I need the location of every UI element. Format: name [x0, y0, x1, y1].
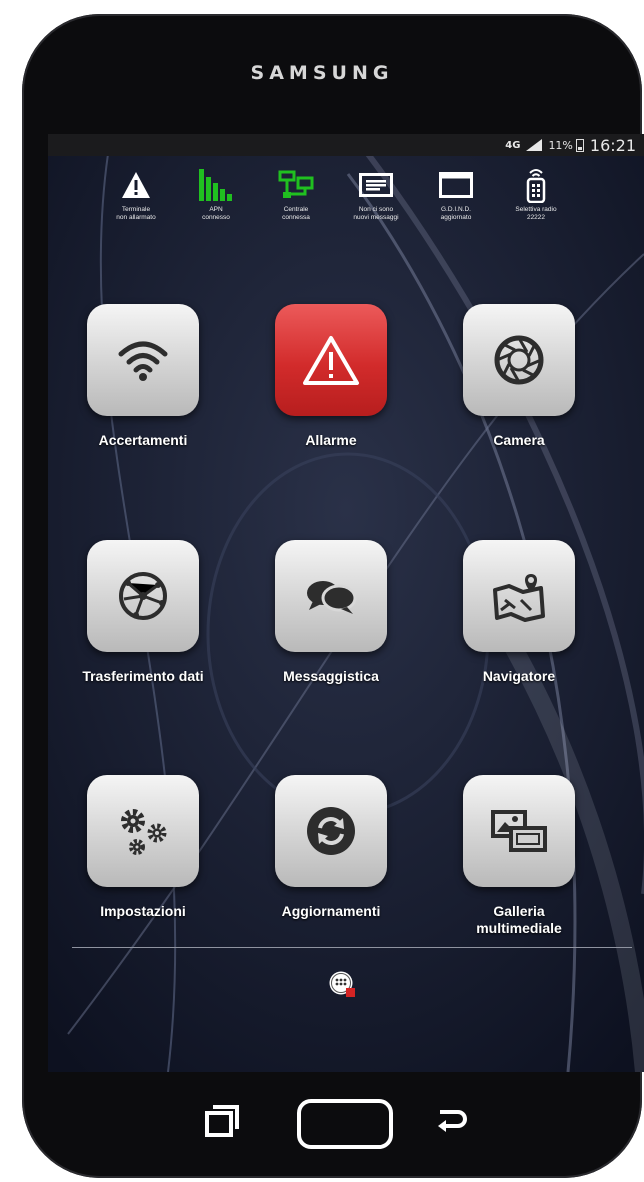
globe-network-icon: [119, 572, 167, 620]
app-navigatore[interactable]: Navigatore: [434, 540, 604, 685]
battery-icon: [575, 138, 584, 152]
gears-icon: [121, 809, 167, 855]
status-apn[interactable]: APN connesso: [176, 164, 256, 222]
message-icon: [359, 173, 393, 197]
status-radio[interactable]: Selettiva radio 22222: [496, 164, 576, 222]
app-camera[interactable]: Camera: [434, 304, 604, 449]
alert-triangle-icon: [303, 336, 359, 385]
battery-percent: 11%: [548, 138, 573, 152]
window-icon: [439, 172, 473, 198]
status-centrale[interactable]: Centrale connessa: [256, 164, 336, 222]
signal-bars-icon: [199, 169, 232, 201]
network-hub-icon: [278, 170, 314, 198]
status-gdind[interactable]: G.D.I.N.D. aggiornato: [416, 164, 496, 222]
app-aggiornamenti[interactable]: Aggiornamenti: [246, 775, 416, 920]
app-tile[interactable]: [463, 304, 575, 416]
status-messages[interactable]: Non ci sono nuovi messaggi: [336, 164, 416, 222]
device-brand: SAMSUNG: [250, 62, 394, 84]
dock-divider: [72, 947, 632, 948]
refresh-icon: [307, 807, 355, 855]
app-trasferimento-dati[interactable]: Trasferimento dati: [58, 540, 228, 685]
home-button[interactable]: [296, 1098, 394, 1150]
chat-bubbles-icon: [307, 581, 357, 614]
gallery-icon: [491, 810, 547, 852]
warning-icon: [122, 172, 150, 198]
app-tile[interactable]: [87, 304, 199, 416]
app-tile[interactable]: [87, 775, 199, 887]
network-type: 4G: [505, 139, 521, 151]
status-terminal[interactable]: Terminale non allarmato: [96, 164, 176, 222]
home-screen: 4G 11% 16:21 Terminale non allarmato APN…: [48, 134, 644, 1072]
recent-apps-button[interactable]: [204, 1103, 240, 1139]
app-tile[interactable]: [275, 775, 387, 887]
app-accertamenti[interactable]: Accertamenti: [58, 304, 228, 449]
signal-icon: [526, 139, 543, 151]
app-tile[interactable]: [87, 540, 199, 652]
notification-badge-icon: [346, 988, 355, 997]
app-allarme[interactable]: Allarme: [246, 304, 416, 449]
app-drawer-button[interactable]: [328, 970, 356, 998]
map-pin-icon: [493, 574, 545, 622]
app-impostazioni[interactable]: Impostazioni: [58, 775, 228, 920]
status-indicators: Terminale non allarmato APN connesso Cen…: [48, 164, 644, 244]
radio-remote-icon: [526, 169, 546, 203]
wifi-icon: [118, 341, 168, 381]
app-messaggistica[interactable]: Messaggistica: [246, 540, 416, 685]
status-bar: 4G 11% 16:21: [48, 134, 644, 156]
app-tile[interactable]: [275, 304, 387, 416]
clock: 16:21: [589, 135, 636, 155]
hardware-navbar: [0, 1072, 644, 1182]
app-tile[interactable]: [463, 540, 575, 652]
app-galleria-multimediale[interactable]: Galleria multimediale: [434, 775, 604, 937]
back-button[interactable]: [436, 1106, 468, 1136]
app-tile[interactable]: [275, 540, 387, 652]
camera-shutter-icon: [494, 335, 544, 385]
app-tile[interactable]: [463, 775, 575, 887]
